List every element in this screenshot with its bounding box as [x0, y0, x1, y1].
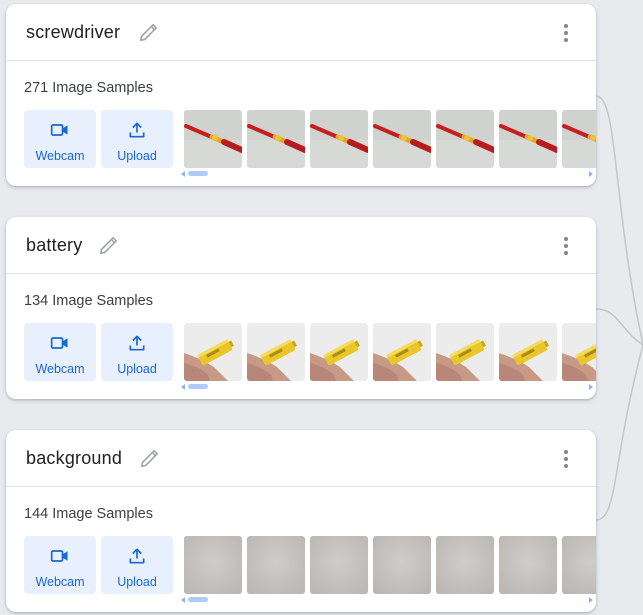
webcam-button[interactable]: Webcam: [24, 536, 96, 594]
sample-thumbnail[interactable]: [373, 110, 431, 168]
upload-button[interactable]: Upload: [101, 110, 173, 168]
upload-label: Upload: [117, 362, 157, 376]
card-header: battery: [6, 217, 596, 274]
samples-count: 134 Image Samples: [24, 293, 153, 309]
upload-icon: [129, 122, 145, 138]
sample-thumbnail[interactable]: [436, 536, 494, 594]
videocam-icon: [50, 337, 68, 349]
sample-thumbnail[interactable]: [310, 110, 368, 168]
more-vert-icon[interactable]: [558, 235, 574, 257]
sample-thumbnail[interactable]: [373, 536, 431, 594]
upload-button[interactable]: Upload: [101, 536, 173, 594]
sample-thumbnails: [178, 323, 596, 381]
webcam-label: Webcam: [35, 149, 85, 163]
scroll-thumb[interactable]: [188, 384, 208, 389]
pencil-icon[interactable]: [98, 234, 120, 256]
webcam-button[interactable]: Webcam: [24, 323, 96, 381]
sample-thumbnail[interactable]: [562, 536, 596, 594]
sample-thumbnail[interactable]: [436, 323, 494, 381]
upload-label: Upload: [117, 149, 157, 163]
pencil-icon[interactable]: [138, 21, 160, 43]
scroll-right-arrow[interactable]: [589, 597, 593, 603]
class-card-screwdriver: screwdriver 271 Image Samples Webcam Upl…: [6, 4, 596, 186]
sample-thumbnails: [178, 536, 596, 594]
scroll-right-arrow[interactable]: [589, 384, 593, 390]
scroll-left-arrow[interactable]: [181, 171, 185, 177]
upload-icon: [129, 548, 145, 564]
sample-thumbnail[interactable]: [184, 323, 242, 381]
thumbnails-scrollbar[interactable]: [178, 170, 596, 178]
scroll-thumb[interactable]: [188, 597, 208, 602]
sample-thumbnail[interactable]: [436, 110, 494, 168]
thumbnails-scrollbar[interactable]: [178, 383, 596, 391]
pencil-icon[interactable]: [139, 447, 161, 469]
class-name[interactable]: screwdriver: [26, 22, 120, 43]
more-vert-icon[interactable]: [558, 22, 574, 44]
sample-thumbnail[interactable]: [247, 323, 305, 381]
videocam-icon: [50, 124, 68, 136]
samples-count: 271 Image Samples: [24, 80, 153, 96]
class-card-background: background 144 Image Samples Webcam Uplo…: [6, 430, 596, 612]
webcam-label: Webcam: [35, 362, 85, 376]
class-name[interactable]: battery: [26, 235, 82, 256]
card-header: background: [6, 430, 596, 487]
sample-thumbnail[interactable]: [184, 536, 242, 594]
sample-thumbnail[interactable]: [499, 536, 557, 594]
scroll-left-arrow[interactable]: [181, 597, 185, 603]
webcam-button[interactable]: Webcam: [24, 110, 96, 168]
samples-count: 144 Image Samples: [24, 506, 153, 522]
upload-icon: [129, 335, 145, 351]
sample-thumbnail[interactable]: [310, 536, 368, 594]
sample-thumbnail[interactable]: [373, 323, 431, 381]
class-card-battery: battery 134 Image Samples Webcam Upload: [6, 217, 596, 399]
sample-thumbnail[interactable]: [247, 536, 305, 594]
sample-thumbnail[interactable]: [562, 323, 596, 381]
thumbnails-scrollbar[interactable]: [178, 596, 596, 604]
class-name[interactable]: background: [26, 448, 122, 469]
sample-thumbnail[interactable]: [310, 323, 368, 381]
scroll-thumb[interactable]: [188, 171, 208, 176]
card-header: screwdriver: [6, 4, 596, 61]
sample-thumbnail[interactable]: [499, 110, 557, 168]
sample-thumbnail[interactable]: [184, 110, 242, 168]
sample-thumbnails: [178, 110, 596, 168]
scroll-right-arrow[interactable]: [589, 171, 593, 177]
sample-thumbnail[interactable]: [499, 323, 557, 381]
sample-thumbnail[interactable]: [562, 110, 596, 168]
upload-button[interactable]: Upload: [101, 323, 173, 381]
scroll-left-arrow[interactable]: [181, 384, 185, 390]
webcam-label: Webcam: [35, 575, 85, 589]
upload-label: Upload: [117, 575, 157, 589]
videocam-icon: [50, 550, 68, 562]
more-vert-icon[interactable]: [558, 448, 574, 470]
sample-thumbnail[interactable]: [247, 110, 305, 168]
